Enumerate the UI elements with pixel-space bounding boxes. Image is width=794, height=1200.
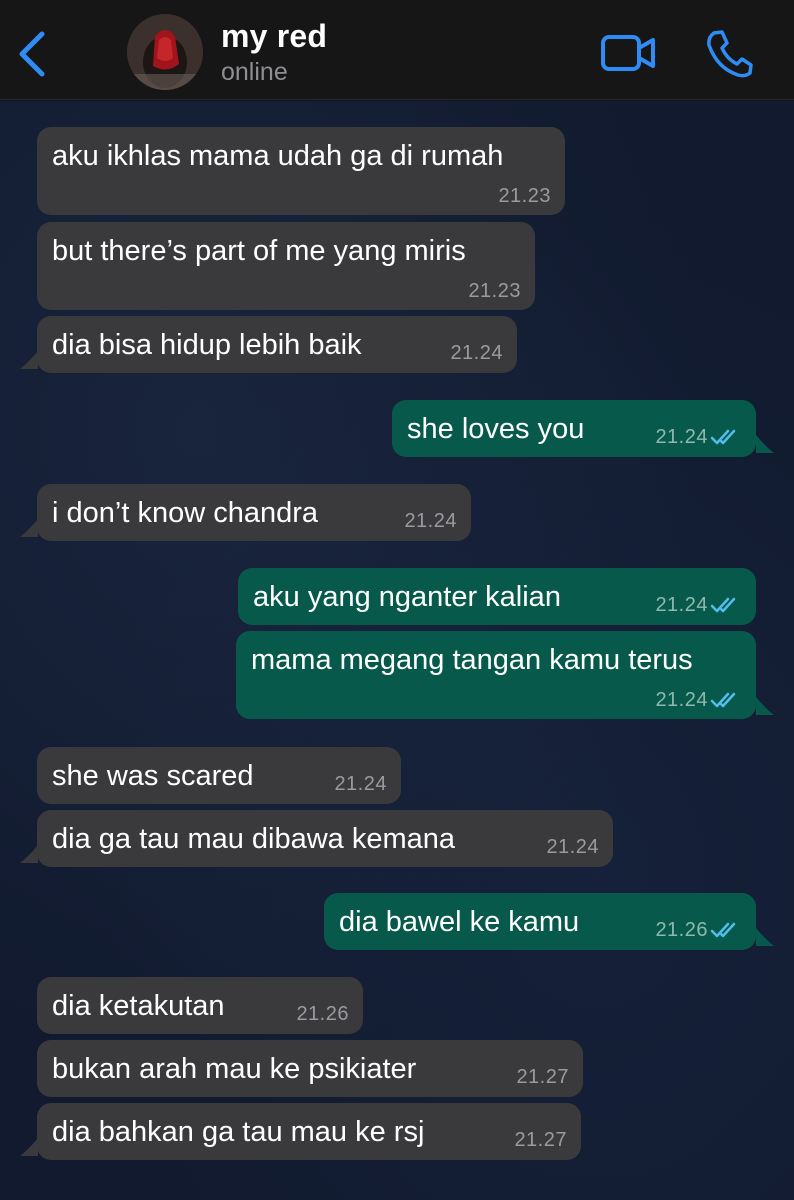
message-time: 21.24 xyxy=(546,836,599,858)
outgoing-message[interactable]: mama megang tangan kamu terus 21.24 xyxy=(236,631,756,719)
back-button[interactable] xyxy=(14,30,50,78)
incoming-message[interactable]: dia bahkan ga tau mau ke rsj 21.27 xyxy=(37,1103,581,1160)
message-time: 21.24 xyxy=(404,510,457,532)
incoming-message[interactable]: bukan arah mau ke psikiater 21.27 xyxy=(37,1040,583,1097)
phone-icon xyxy=(707,30,753,78)
message-time: 21.23 xyxy=(498,185,551,207)
chat-area[interactable]: aku ikhlas mama udah ga di rumah 21.23 b… xyxy=(0,101,794,1200)
bubble-tail xyxy=(20,845,38,863)
incoming-message[interactable]: dia bisa hidup lebih baik 21.24 xyxy=(37,316,517,373)
incoming-message[interactable]: dia ga tau mau dibawa kemana 21.24 xyxy=(37,810,613,867)
outgoing-message[interactable]: dia bawel ke kamu 21.26 xyxy=(324,893,756,950)
incoming-message[interactable]: i don’t know chandra 21.24 xyxy=(37,484,471,541)
outgoing-message[interactable]: aku yang nganter kalian 21.24 xyxy=(238,568,756,625)
message-text: dia bahkan ga tau mau ke rsj xyxy=(52,1116,425,1148)
bubble-tail xyxy=(756,435,774,453)
bubble-tail xyxy=(20,1138,38,1156)
bubble-tail xyxy=(20,519,38,537)
message-text: mama megang tangan kamu terus xyxy=(251,644,693,676)
message-text: bukan arah mau ke psikiater xyxy=(52,1053,417,1085)
voice-call-button[interactable] xyxy=(705,28,753,78)
read-receipt-icon xyxy=(710,597,736,613)
outgoing-message[interactable]: she loves you 21.24 xyxy=(392,400,756,457)
message-text: i don’t know chandra xyxy=(52,497,318,529)
message-time: 21.26 xyxy=(655,919,708,941)
incoming-message[interactable]: she was scared 21.24 xyxy=(37,747,401,804)
message-text: but there’s part of me yang miris xyxy=(52,235,466,267)
chevron-left-icon xyxy=(19,31,45,77)
message-time: 21.24 xyxy=(655,426,708,448)
avatar[interactable] xyxy=(127,14,203,90)
message-time: 21.24 xyxy=(655,594,708,616)
incoming-message[interactable]: aku ikhlas mama udah ga di rumah 21.23 xyxy=(37,127,565,215)
message-text: she loves you xyxy=(407,413,585,445)
message-text: dia bawel ke kamu xyxy=(339,906,580,938)
read-receipt-icon xyxy=(710,429,736,445)
message-time: 21.24 xyxy=(334,773,387,795)
bubble-tail xyxy=(756,928,774,946)
read-receipt-icon xyxy=(710,922,736,938)
read-receipt-icon xyxy=(710,692,736,708)
incoming-message[interactable]: dia ketakutan 21.26 xyxy=(37,977,363,1034)
chat-header: my red online xyxy=(0,0,794,100)
message-text: dia ga tau mau dibawa kemana xyxy=(52,823,456,855)
contact-name[interactable]: my red xyxy=(221,18,327,55)
message-time: 21.24 xyxy=(450,342,503,364)
message-text: dia bisa hidup lebih baik xyxy=(52,329,362,361)
message-time: 21.27 xyxy=(514,1129,567,1151)
video-call-button[interactable] xyxy=(600,33,658,73)
message-time: 21.27 xyxy=(516,1066,569,1088)
message-text: she was scared xyxy=(52,760,254,792)
message-text: aku ikhlas mama udah ga di rumah xyxy=(52,140,504,172)
message-text: aku yang nganter kalian xyxy=(253,581,561,613)
contact-status: online xyxy=(221,58,288,86)
message-time: 21.23 xyxy=(468,280,521,302)
incoming-message[interactable]: but there’s part of me yang miris 21.23 xyxy=(37,222,535,310)
video-camera-icon xyxy=(601,35,655,71)
message-text: dia ketakutan xyxy=(52,990,225,1022)
message-time: 21.24 xyxy=(655,689,708,711)
message-time: 21.26 xyxy=(296,1003,349,1025)
bubble-tail xyxy=(20,351,38,369)
bubble-tail xyxy=(756,697,774,715)
